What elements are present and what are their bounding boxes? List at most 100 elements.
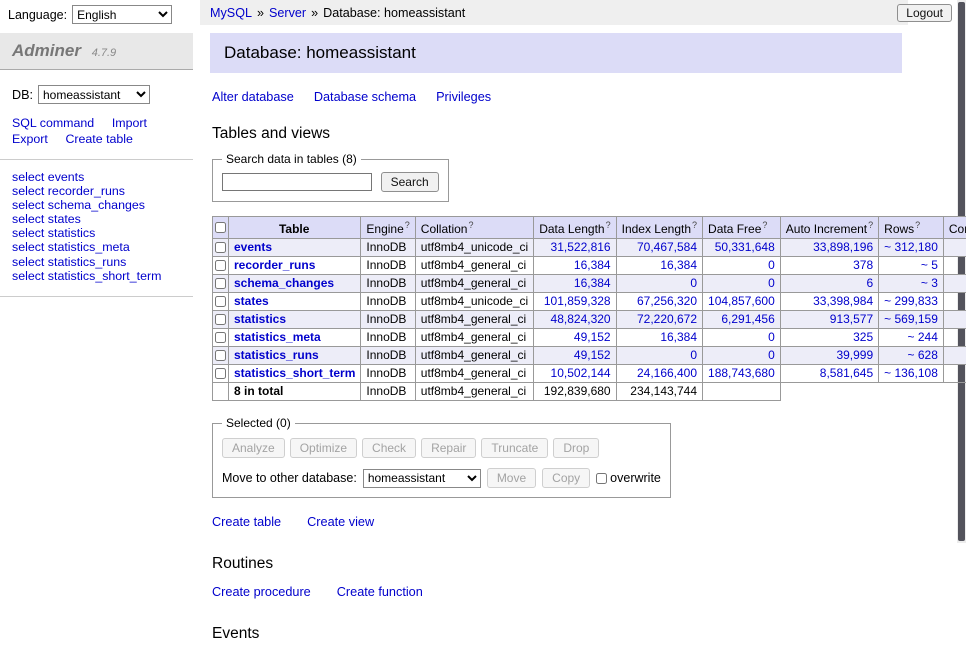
auto-increment-link[interactable]: 39,999 [836, 348, 873, 362]
selected-action-button[interactable]: Check [362, 438, 416, 458]
column-help-link[interactable]: ? [762, 220, 767, 230]
sidebar-action-link[interactable]: Export [12, 132, 48, 147]
row-checkbox[interactable] [215, 314, 226, 325]
table-name-link[interactable]: states [234, 294, 269, 308]
language-select[interactable]: English [72, 5, 172, 24]
auto-increment-link[interactable]: 325 [853, 330, 873, 344]
search-input[interactable] [222, 173, 372, 191]
index-length-link[interactable]: 0 [690, 276, 697, 290]
index-length-link[interactable]: 67,256,320 [637, 294, 697, 308]
rows-count-link[interactable]: ~ 628 [908, 348, 938, 362]
auto-increment-link[interactable]: 8,581,645 [820, 366, 873, 380]
sidebar-table-link[interactable]: select statistics_meta [12, 241, 181, 254]
row-checkbox[interactable] [215, 350, 226, 361]
auto-increment-link[interactable]: 913,577 [830, 312, 873, 326]
index-length-link[interactable]: 70,467,584 [637, 240, 697, 254]
rows-count-link[interactable]: ~ 5 [921, 258, 938, 272]
table-name-link[interactable]: statistics [234, 312, 286, 326]
copy-button[interactable]: Copy [542, 468, 590, 488]
routine-link[interactable]: Create function [337, 585, 423, 599]
table-name-link[interactable]: statistics_meta [234, 330, 321, 344]
row-checkbox[interactable] [215, 278, 226, 289]
table-name-link[interactable]: schema_changes [234, 276, 334, 290]
database-link[interactable]: Database schema [314, 90, 416, 104]
logout-button[interactable]: Logout [897, 4, 952, 22]
auto-increment-link[interactable]: 378 [853, 258, 873, 272]
data-length-link[interactable]: 49,152 [574, 330, 611, 344]
column-help-link[interactable]: ? [606, 220, 611, 230]
table-name-link[interactable]: events [234, 240, 272, 254]
row-checkbox[interactable] [215, 368, 226, 379]
selected-action-button[interactable]: Drop [553, 438, 599, 458]
row-checkbox[interactable] [215, 242, 226, 253]
overwrite-checkbox[interactable] [596, 473, 607, 484]
rows-count-link[interactable]: ~ 312,180 [884, 240, 938, 254]
select-all-checkbox[interactable] [215, 222, 226, 233]
sidebar-table-link[interactable]: select statistics [12, 227, 181, 240]
column-help-link[interactable]: ? [468, 220, 473, 230]
column-help-link[interactable]: ? [692, 220, 697, 230]
sidebar-table-link[interactable]: select events [12, 171, 181, 184]
breadcrumb-link-mysql[interactable]: MySQL [210, 6, 252, 20]
column-help-link[interactable]: ? [405, 220, 410, 230]
index-length-link[interactable]: 16,384 [660, 330, 697, 344]
sidebar-action-link[interactable]: Import [112, 116, 147, 131]
data-free-link[interactable]: 188,743,680 [708, 366, 775, 380]
data-length-link[interactable]: 101,859,328 [544, 294, 611, 308]
move-button[interactable]: Move [487, 468, 536, 488]
data-free-link[interactable]: 0 [768, 258, 775, 272]
index-length-link[interactable]: 16,384 [660, 258, 697, 272]
index-length-link[interactable]: 72,220,672 [637, 312, 697, 326]
table-name-link[interactable]: recorder_runs [234, 258, 315, 272]
table-name-link[interactable]: statistics_short_term [234, 366, 355, 380]
auto-increment-link[interactable]: 6 [866, 276, 873, 290]
selected-action-button[interactable]: Repair [421, 438, 476, 458]
data-free-link[interactable]: 0 [768, 348, 775, 362]
rows-count-link[interactable]: ~ 136,108 [884, 366, 938, 380]
selected-action-button[interactable]: Optimize [290, 438, 357, 458]
data-free-link[interactable]: 104,857,600 [708, 294, 775, 308]
rows-count-link[interactable]: ~ 299,833 [884, 294, 938, 308]
search-button[interactable]: Search [381, 172, 439, 192]
sidebar-action-link[interactable]: Create table [65, 132, 133, 147]
column-help-link[interactable]: ? [915, 220, 920, 230]
row-checkbox[interactable] [215, 296, 226, 307]
create-link[interactable]: Create view [307, 515, 374, 529]
data-free-link[interactable]: 50,331,648 [715, 240, 775, 254]
sidebar-table-link[interactable]: select recorder_runs [12, 185, 181, 198]
data-length-link[interactable]: 16,384 [574, 258, 611, 272]
selected-action-button[interactable]: Analyze [222, 438, 285, 458]
data-length-link[interactable]: 10,502,144 [551, 366, 611, 380]
table-name-link[interactable]: statistics_runs [234, 348, 319, 362]
auto-increment-link[interactable]: 33,398,984 [813, 294, 873, 308]
data-free-link[interactable]: 0 [768, 276, 775, 290]
row-checkbox[interactable] [215, 260, 226, 271]
create-link[interactable]: Create table [212, 515, 281, 529]
database-link[interactable]: Privileges [436, 90, 491, 104]
auto-increment-link[interactable]: 33,898,196 [813, 240, 873, 254]
data-length-link[interactable]: 16,384 [574, 276, 611, 290]
index-length-link[interactable]: 24,166,400 [637, 366, 697, 380]
data-free-link[interactable]: 6,291,456 [721, 312, 774, 326]
rows-count-link[interactable]: ~ 569,159 [884, 312, 938, 326]
database-link[interactable]: Alter database [212, 90, 294, 104]
sidebar-table-link[interactable]: select statistics_short_term [12, 270, 181, 283]
rows-count-link[interactable]: ~ 244 [908, 330, 938, 344]
data-free-link[interactable]: 0 [768, 330, 775, 344]
rows-count-link[interactable]: ~ 3 [921, 276, 938, 290]
data-length-link[interactable]: 48,824,320 [551, 312, 611, 326]
breadcrumb-link-server[interactable]: Server [269, 6, 306, 20]
column-help-link[interactable]: ? [868, 220, 873, 230]
db-select[interactable]: homeassistant [38, 85, 150, 104]
index-length-link[interactable]: 0 [690, 348, 697, 362]
data-length-link[interactable]: 31,522,816 [551, 240, 611, 254]
row-checkbox[interactable] [215, 332, 226, 343]
data-length-link[interactable]: 49,152 [574, 348, 611, 362]
routine-link[interactable]: Create procedure [212, 585, 311, 599]
selected-action-button[interactable]: Truncate [481, 438, 548, 458]
move-db-select[interactable]: homeassistant [363, 469, 481, 488]
sidebar-table-link[interactable]: select schema_changes [12, 199, 181, 212]
sidebar-action-link[interactable]: SQL command [12, 116, 94, 131]
sidebar-table-link[interactable]: select states [12, 213, 181, 226]
sidebar-table-link[interactable]: select statistics_runs [12, 256, 181, 269]
